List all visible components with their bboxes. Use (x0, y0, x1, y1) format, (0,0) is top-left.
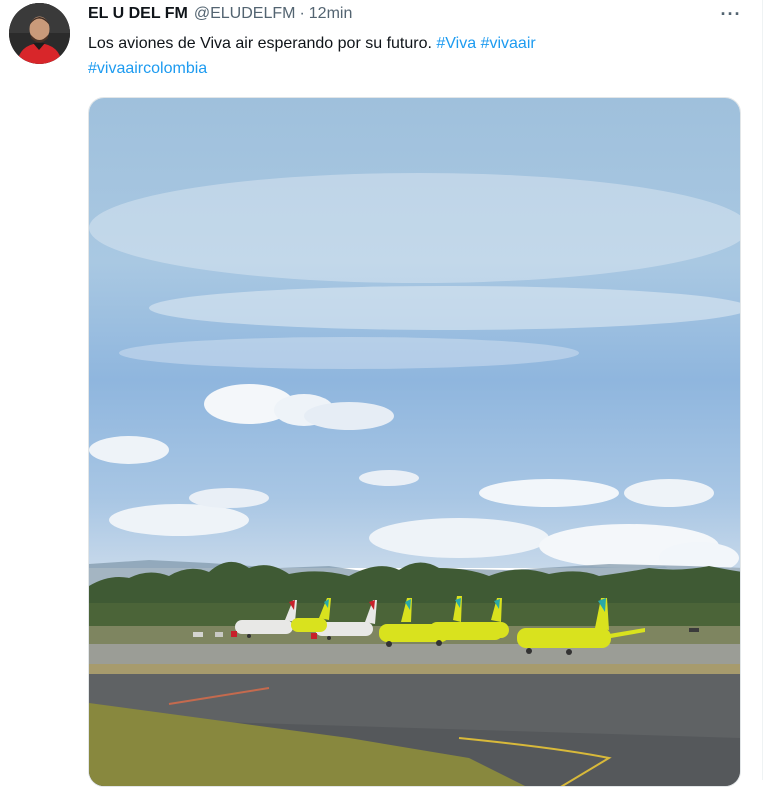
tweet-body: Los aviones de Viva air esperando por su… (88, 35, 432, 52)
tweet-card[interactable]: EL U DEL FM @ELUDELFM · 12min ··· Los av… (0, 0, 770, 787)
author-handle[interactable]: @ELUDELFM (194, 5, 296, 23)
grass-strip (89, 664, 740, 674)
hashtag-link[interactable]: #vivaair (481, 35, 536, 52)
timeline-divider (762, 0, 763, 780)
tweet-timestamp[interactable]: 12min (309, 5, 353, 23)
tweet-media-photo[interactable] (88, 97, 741, 787)
hashtag-link[interactable]: #vivaaircolombia (88, 60, 207, 77)
author-name[interactable]: EL U DEL FM (88, 5, 188, 23)
more-horizontal-icon[interactable]: ··· (718, 4, 744, 24)
header-separator: · (299, 5, 305, 22)
tweet-text: Los aviones de Viva air esperando por su… (88, 31, 748, 81)
avatar-image (9, 3, 70, 64)
avatar[interactable] (9, 3, 70, 64)
tweet-header: EL U DEL FM @ELUDELFM · 12min (88, 4, 352, 24)
airport-photo (89, 98, 740, 786)
hashtag-link[interactable]: #Viva (436, 35, 476, 52)
taxiway-far (89, 644, 740, 664)
